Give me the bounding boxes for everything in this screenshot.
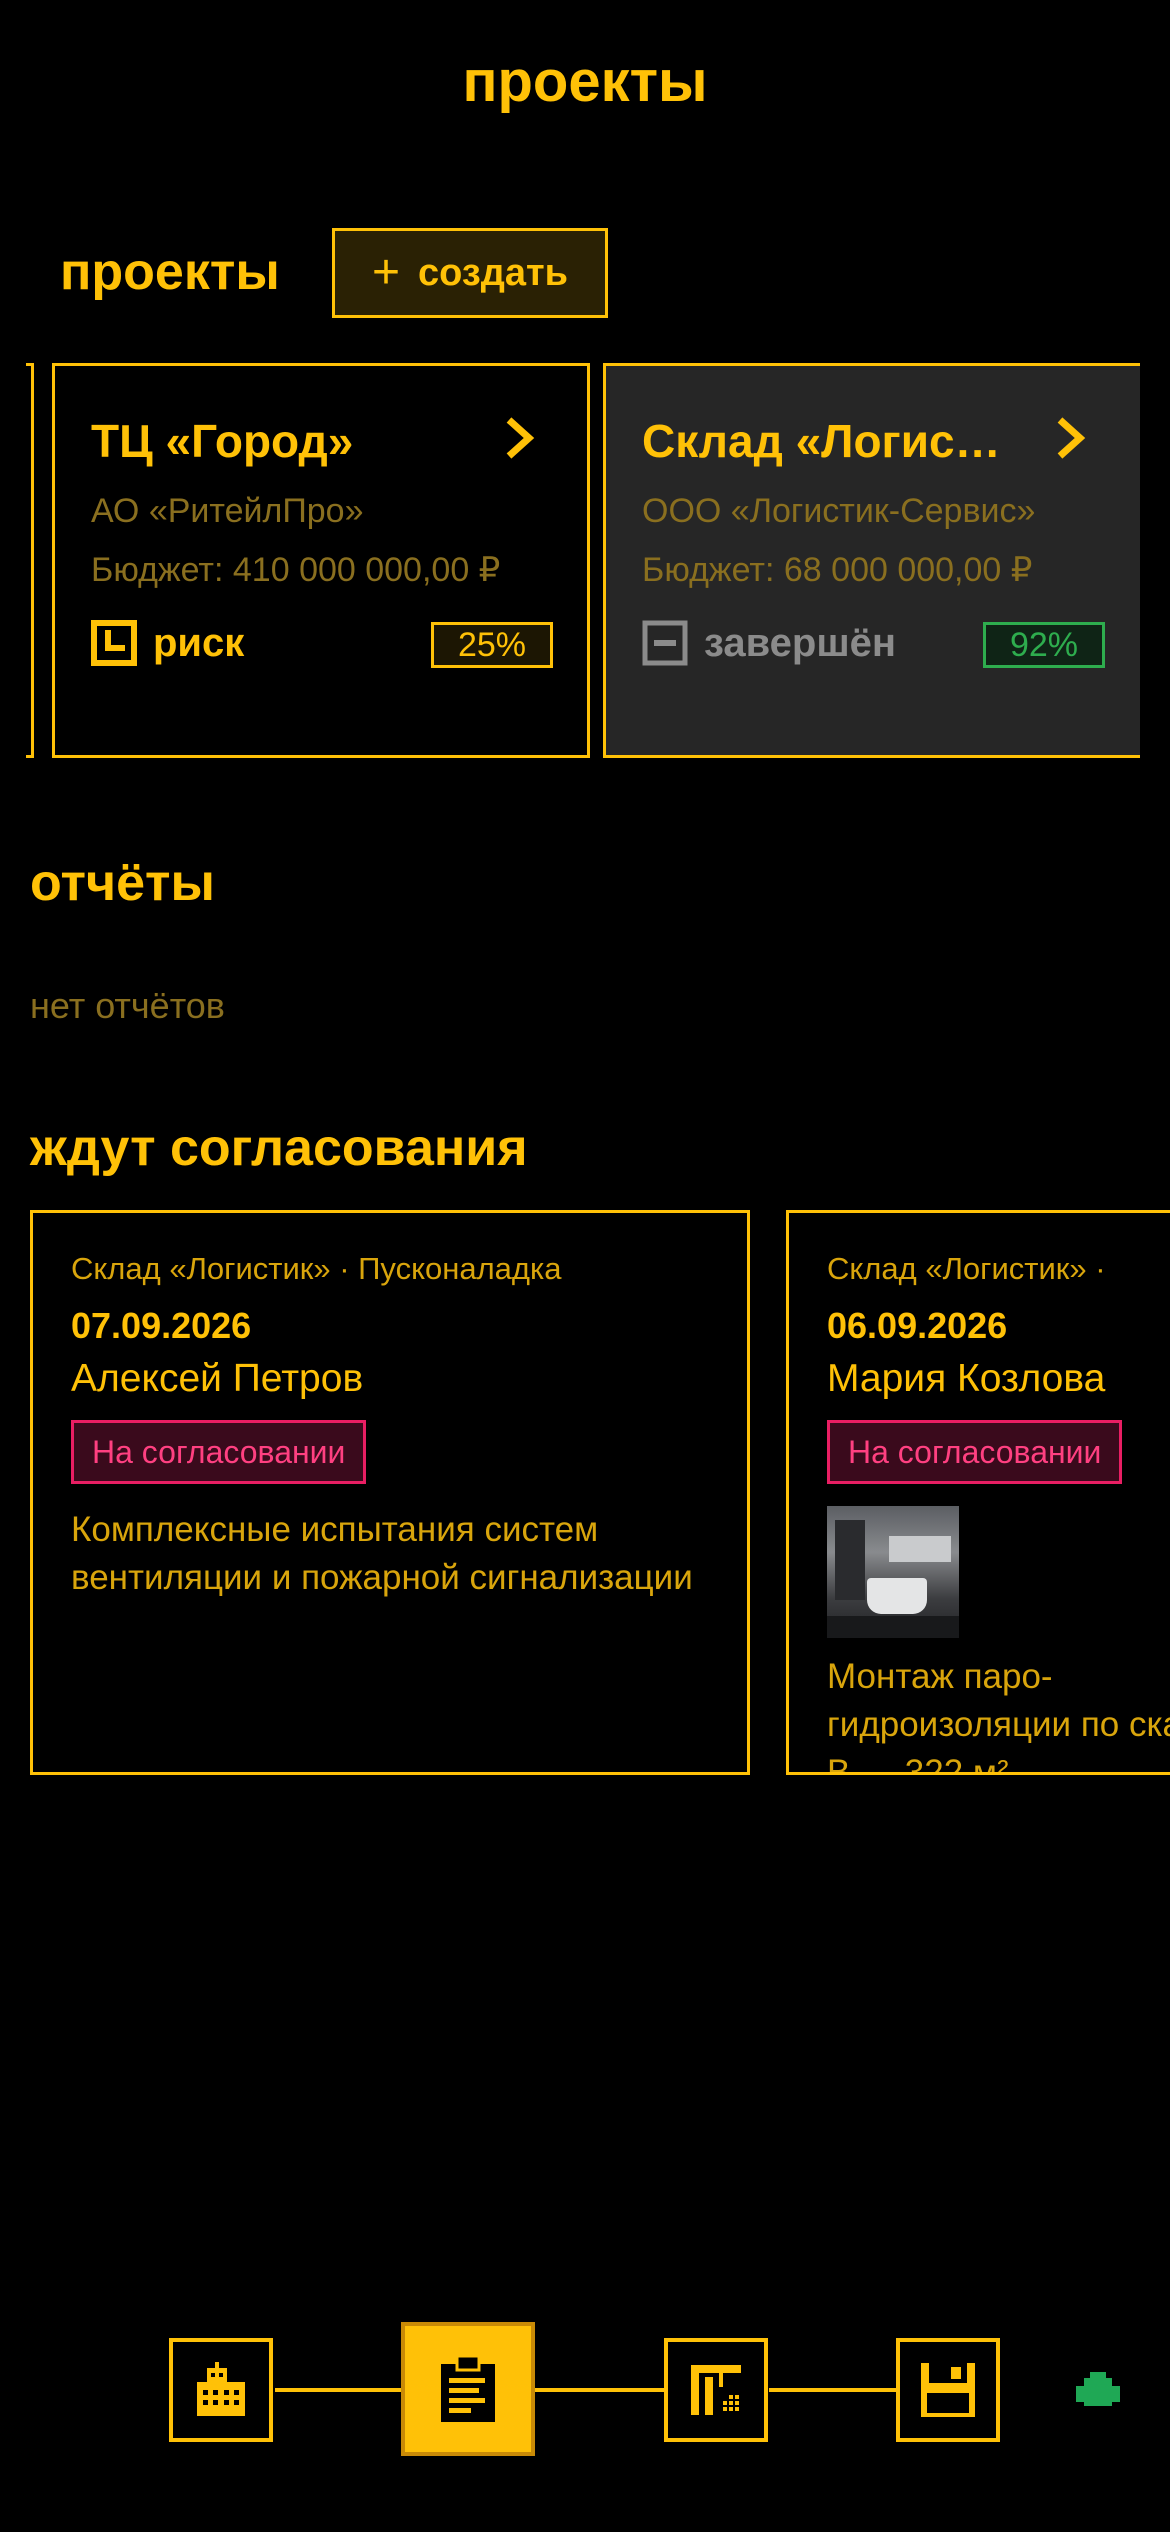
approval-author: Алексей Петров [71,1357,364,1400]
page-title: проекты [462,49,708,114]
approval-description: Комплексные испытания систем вентиляции … [71,1510,693,1597]
clock-icon [91,620,137,666]
save-icon [921,2363,975,2417]
project-name: ТЦ «Город» [91,415,354,467]
nav-objects-button[interactable] [169,2338,273,2442]
reports-section-title: отчёты [30,854,215,912]
project-budget: Бюджет: 410 000 000,00 ₽ [91,551,501,589]
nav-connector [533,2388,667,2392]
project-company: ООО «Логистик-Сервис» [642,492,1036,530]
approval-project-stage: Склад «Логистик» · Пусконаладка [71,1251,562,1286]
report-photo-thumbnail[interactable] [827,1506,959,1638]
chevron-right-icon[interactable] [503,414,537,474]
nav-save-button[interactable] [896,2338,1000,2442]
project-card[interactable]: Склад «Логистик» ООО «Логистик-Сервис» Б… [603,363,1140,758]
approval-description: Монтаж паро-гидроизоляции по скату В — 3… [827,1657,1170,1775]
plus-icon: + [372,246,401,299]
projects-section-title: проекты [60,243,280,301]
nav-connector [769,2388,899,2392]
cloud-sync-icon[interactable] [1070,2366,1126,2412]
approval-date: 07.09.2026 [71,1305,252,1346]
nav-construction-button[interactable] [664,2338,768,2442]
approval-card[interactable]: Склад «Логистик» · Пусконаладка 07.09.20… [30,1210,750,1775]
progress-badge: 25% [431,622,553,668]
project-status: риск [91,620,244,666]
approvals-section-title: ждут согласования [30,1119,528,1177]
status-badge: На согласовании [827,1420,1123,1484]
project-status-label: риск [153,620,245,665]
nav-connector [275,2388,401,2392]
approval-date: 06.09.2026 [827,1305,1008,1346]
status-badge: На согласовании [71,1420,367,1484]
chevron-right-icon[interactable] [1054,414,1088,474]
approval-project-stage: Склад «Логистик» · [827,1251,1106,1286]
minus-box-icon [642,620,688,666]
project-company: АО «РитейлПро» [91,492,364,530]
project-status: завершён [642,620,896,666]
create-button-label: создать [418,251,568,294]
clipboard-icon [441,2354,495,2422]
approval-card[interactable]: Склад «Логистик» · 06.09.2026 Мария Козл… [786,1210,1170,1775]
project-budget: Бюджет: 68 000 000,00 ₽ [642,551,1033,589]
nav-reports-button[interactable] [401,2322,535,2456]
buildings-icon [197,2362,245,2416]
create-project-button[interactable]: + создать [332,228,608,318]
crane-icon [691,2365,741,2415]
progress-badge: 92% [983,622,1105,668]
project-card[interactable]: ТЦ «Город» АО «РитейлПро» Бюджет: 410 00… [52,363,590,758]
previous-project-card-edge[interactable] [26,363,34,758]
approval-author: Мария Козлова [827,1357,1106,1400]
reports-empty-state: нет отчётов [30,985,225,1026]
project-status-label: завершён [704,620,897,665]
project-name: Склад «Логистик» [642,415,1014,467]
